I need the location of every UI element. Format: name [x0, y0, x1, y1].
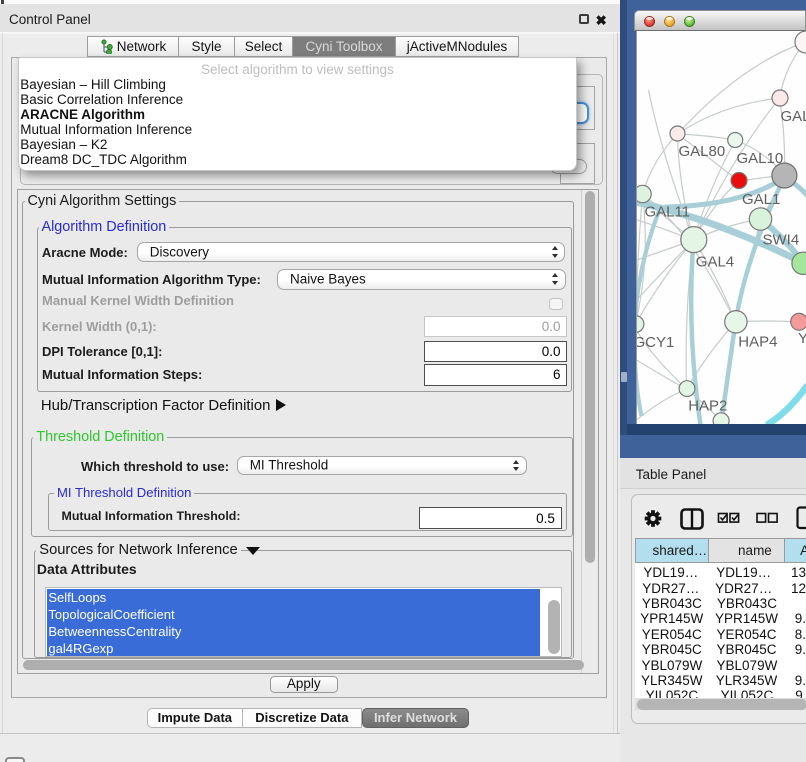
svg-text:GAL4: GAL4 [695, 254, 733, 271]
svg-text:HAP4: HAP4 [738, 334, 777, 351]
svg-text:GCY1: GCY1 [636, 334, 674, 351]
svg-text:GAL10: GAL10 [736, 150, 783, 167]
svg-text:HAP2: HAP2 [688, 398, 727, 415]
svg-text:Y: Y [798, 330, 806, 347]
svg-text:GAL1: GAL1 [742, 191, 780, 208]
svg-text:GAL11: GAL11 [644, 204, 690, 221]
svg-text:GAL80: GAL80 [678, 143, 725, 160]
svg-text:SWI4: SWI4 [762, 232, 799, 249]
svg-text:GAL: GAL [780, 108, 806, 125]
